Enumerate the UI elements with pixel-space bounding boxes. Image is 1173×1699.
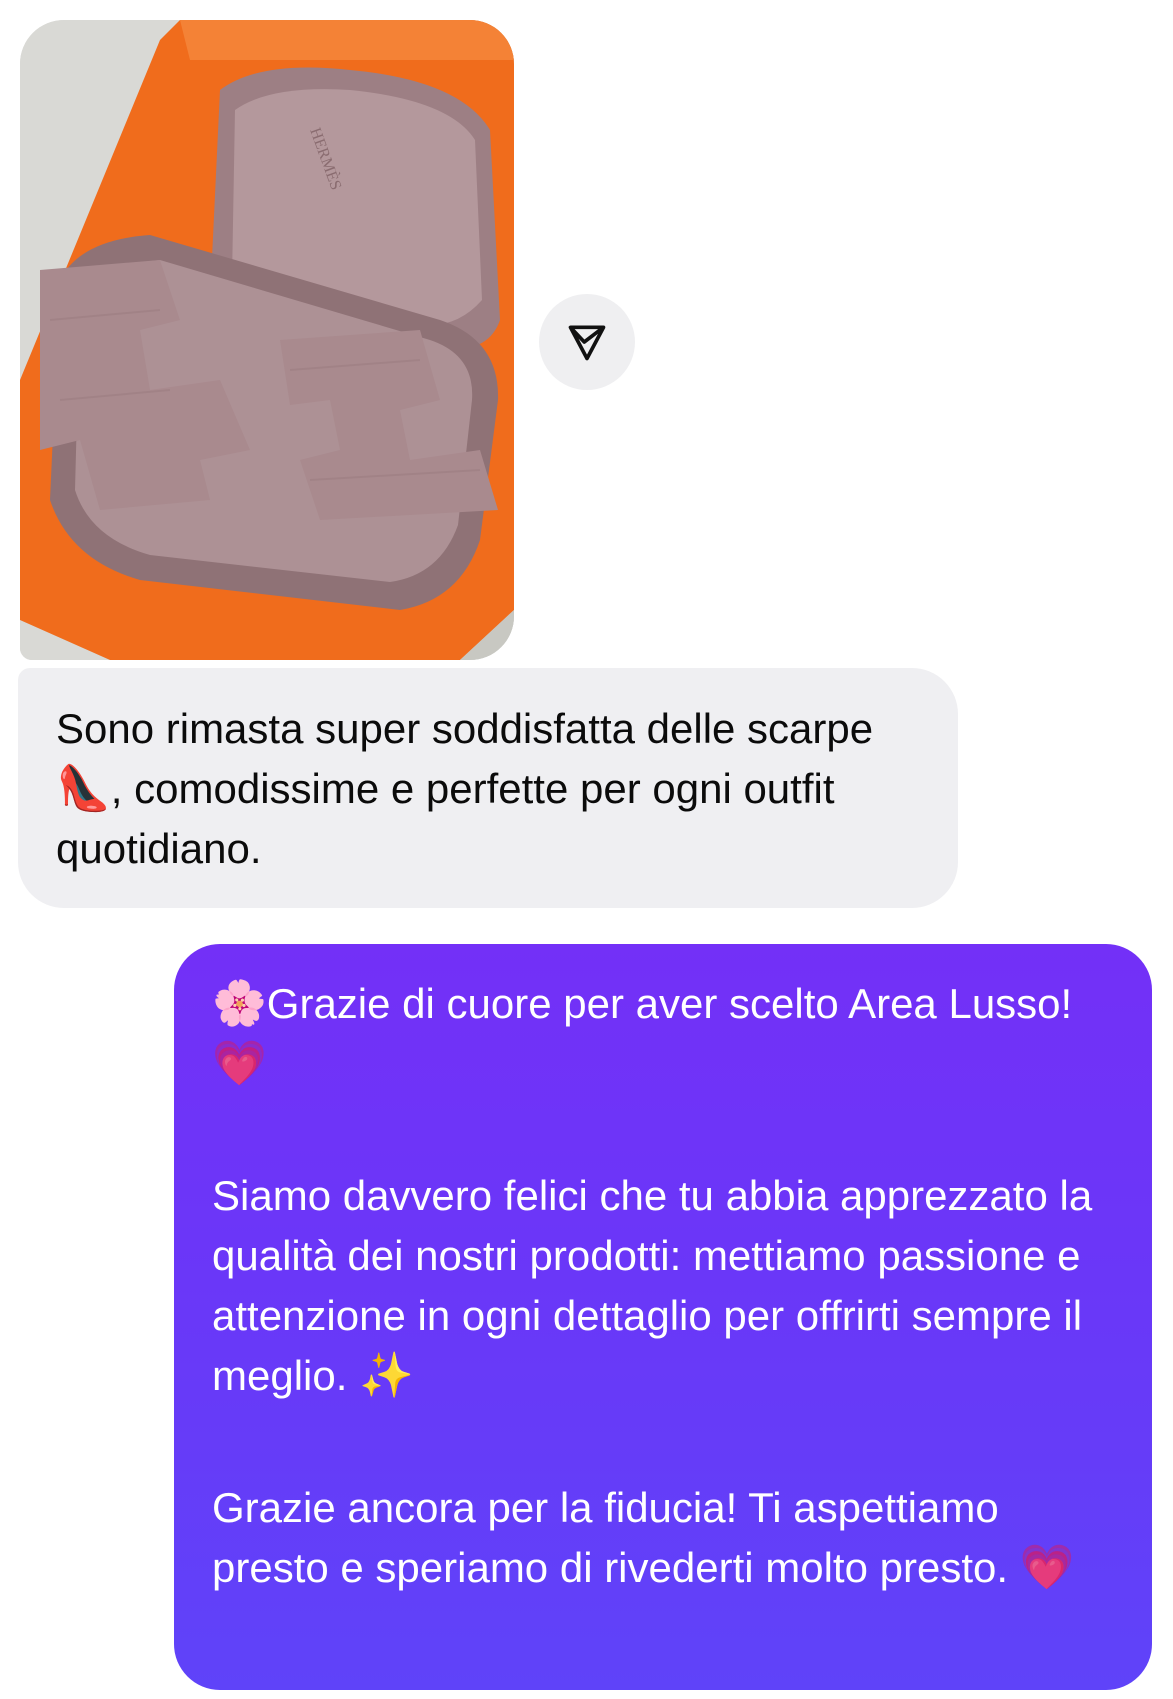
outgoing-message-bubble[interactable]: 🌸Grazie di cuore per aver scelto Area Lu…: [174, 944, 1152, 1690]
pink-heart-emoji: 💗: [1019, 1542, 1075, 1593]
photo-message[interactable]: HERMÈS: [20, 20, 514, 660]
share-paper-plane-icon: [568, 325, 606, 361]
sparkles-emoji: ✨: [359, 1350, 414, 1401]
incoming-message-text-end: , comodissime e perfette per ogni outfit…: [56, 765, 835, 872]
share-button[interactable]: [539, 294, 635, 390]
incoming-message-bubble[interactable]: Sono rimasta super soddisfatta delle sca…: [18, 668, 958, 908]
outgoing-paragraph-2: Siamo davvero felici che tu abbia apprez…: [212, 1166, 1122, 1406]
sandals-photo: HERMÈS: [20, 20, 514, 660]
outgoing-paragraph-1: 🌸Grazie di cuore per aver scelto Area Lu…: [212, 974, 1122, 1094]
outgoing-paragraph-3: Grazie ancora per la fiducia! Ti aspetti…: [212, 1478, 1122, 1598]
incoming-message-text-start: Sono rimasta super soddisfatta delle sca…: [56, 705, 874, 752]
outgoing-paragraph-3-text: Grazie ancora per la fiducia! Ti aspetti…: [212, 1484, 1020, 1591]
high-heel-emoji: 👠: [56, 763, 111, 814]
outgoing-paragraph-1-text: Grazie di cuore per aver scelto Area Lus…: [266, 980, 1073, 1027]
growing-heart-emoji: 💗: [212, 1038, 267, 1089]
cherry-blossom-emoji: 🌸: [212, 978, 267, 1029]
outgoing-paragraph-2-text: Siamo davvero felici che tu abbia apprez…: [212, 1172, 1093, 1399]
